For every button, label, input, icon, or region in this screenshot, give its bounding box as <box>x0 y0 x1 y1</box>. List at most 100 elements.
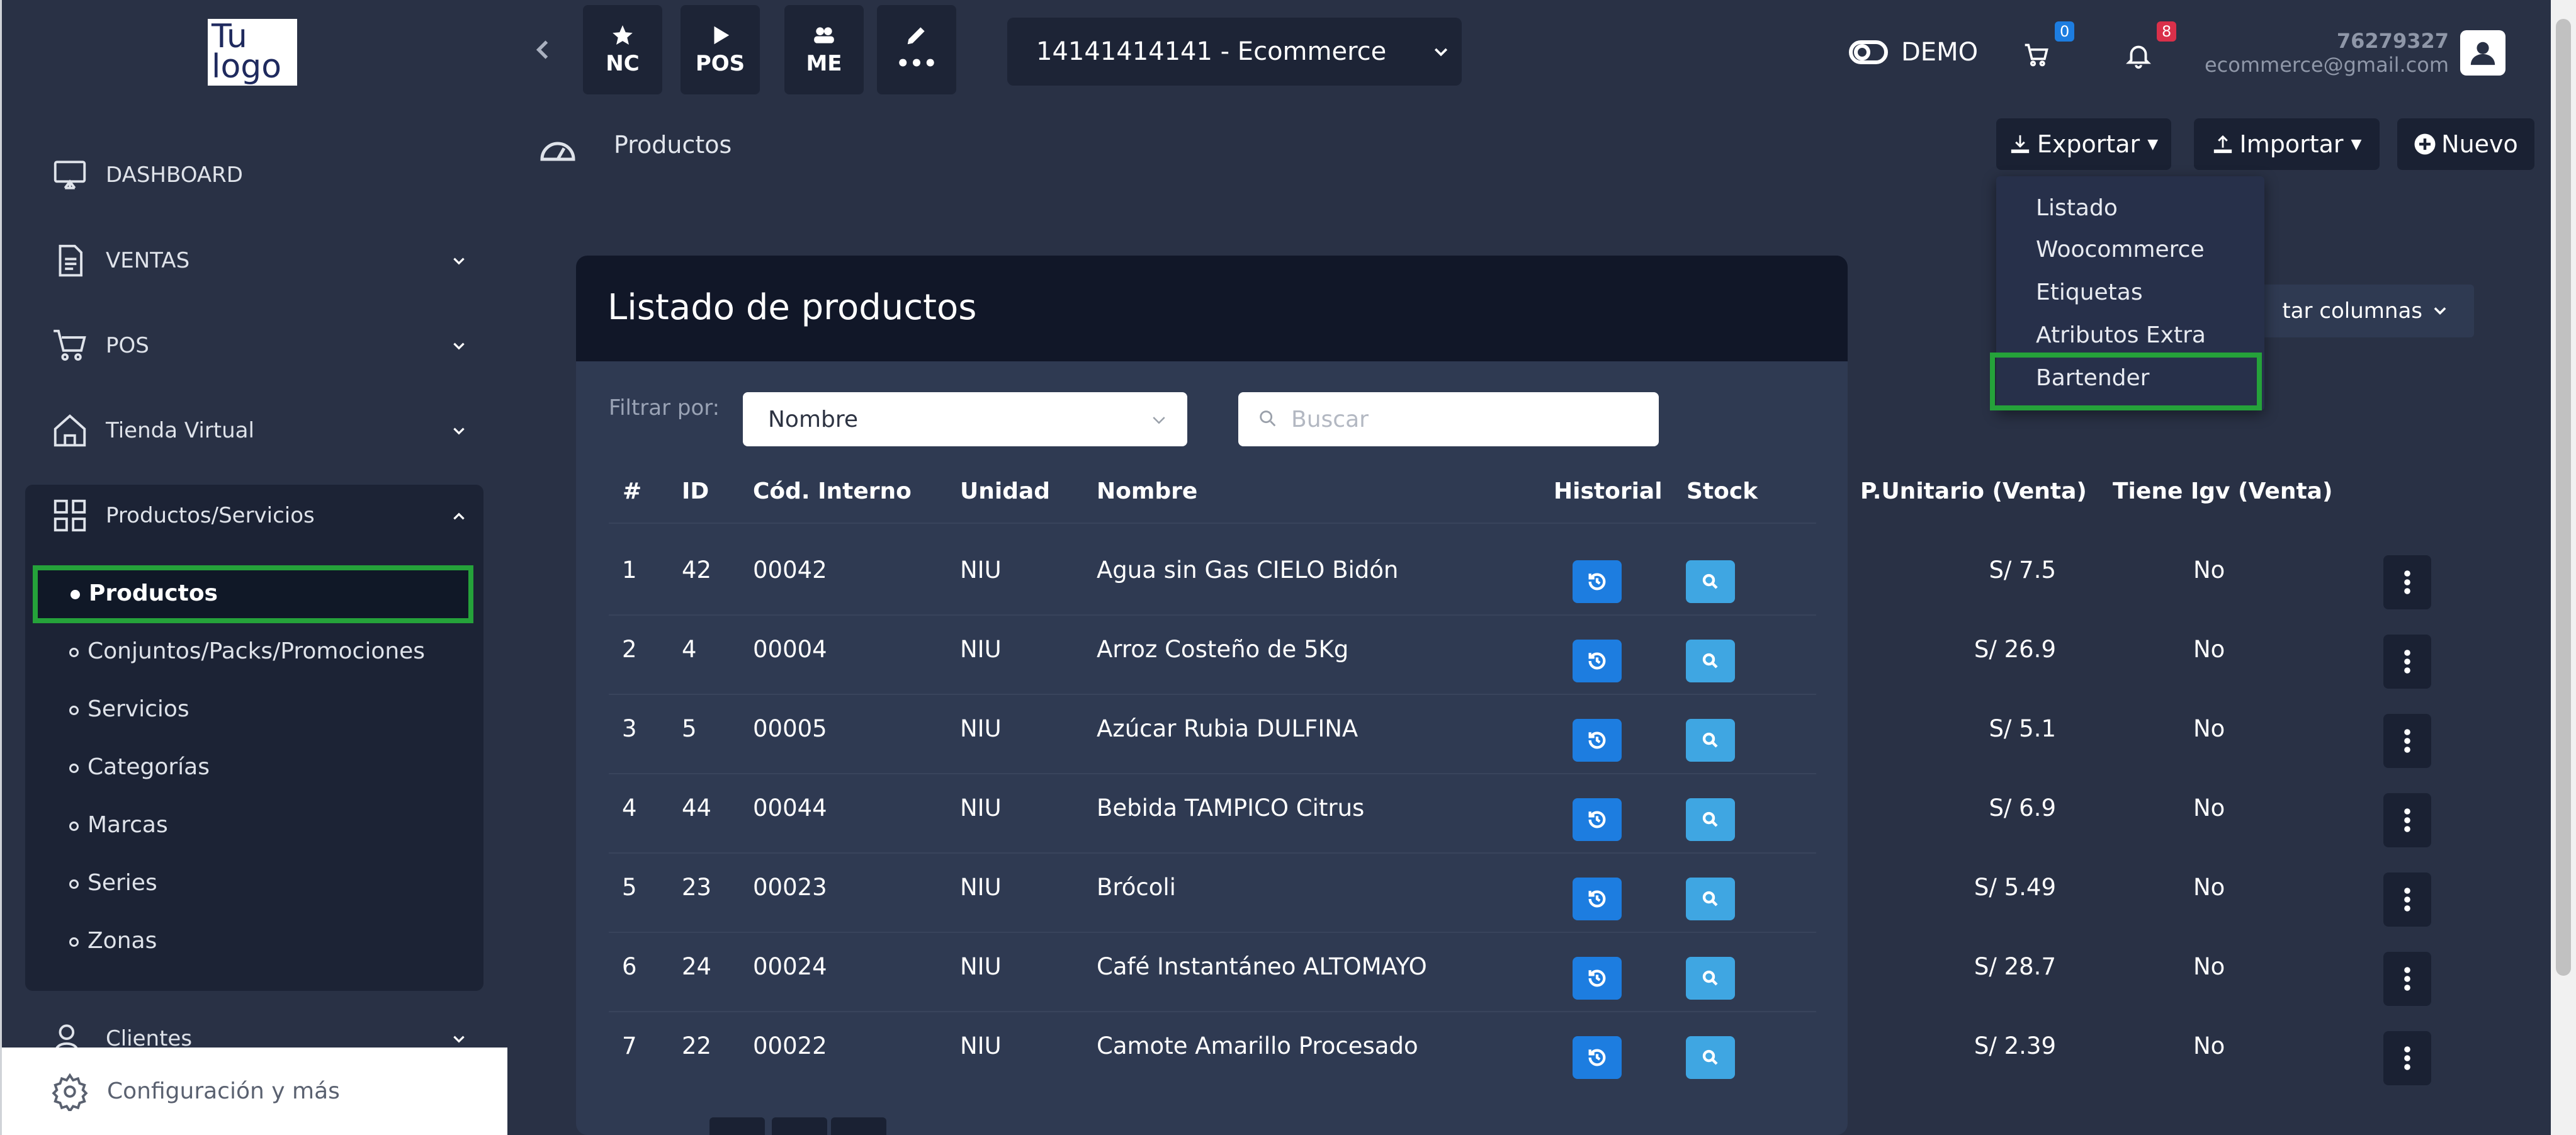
cell-price: S/ 28.7 <box>1974 953 2056 980</box>
scrollbar-thumb[interactable] <box>2556 19 2571 976</box>
search-input[interactable] <box>1238 392 1659 446</box>
quick-nc-button[interactable]: NC <box>583 5 662 94</box>
card-title: Listado de productos <box>607 287 977 328</box>
chevron-down-icon[interactable] <box>451 423 467 439</box>
cell-id: 5 <box>682 715 697 742</box>
history-button[interactable] <box>1573 719 1622 762</box>
submenu-label: Conjuntos/Packs/Promociones <box>88 638 426 664</box>
chevron-up-icon[interactable] <box>451 508 467 524</box>
bullet-icon <box>69 647 79 657</box>
cell-igv: No <box>2193 715 2225 742</box>
chevron-down-icon[interactable] <box>451 1031 467 1047</box>
chevron-down-icon[interactable] <box>451 338 467 354</box>
cell-price: S/ 5.1 <box>1989 715 2056 742</box>
history-button[interactable] <box>1573 640 1622 682</box>
download-icon <box>2011 135 2030 154</box>
cell-name: Arroz Costeño de 5Kg <box>1097 636 1349 663</box>
quick-me-button[interactable]: ME <box>784 5 864 94</box>
history-button[interactable] <box>1573 1036 1622 1079</box>
pagination-button[interactable] <box>772 1117 827 1135</box>
config-menu-item[interactable]: Configuración y más <box>0 1047 507 1135</box>
caret-down-icon: ▼ <box>2147 136 2159 152</box>
history-button[interactable] <box>1573 878 1622 920</box>
cart-icon[interactable] <box>2022 42 2051 69</box>
filter-select[interactable]: Nombre <box>743 392 1187 446</box>
cell-price: S/ 26.9 <box>1974 636 2056 663</box>
row-actions-button[interactable] <box>2383 635 2431 689</box>
sidebar-item-ventas[interactable]: VENTAS <box>50 235 189 286</box>
stock-button[interactable] <box>1686 719 1735 762</box>
history-button[interactable] <box>1573 798 1622 841</box>
pagination-button[interactable] <box>709 1117 765 1135</box>
menu-item-atributos-extra[interactable]: Atributos Extra <box>2036 322 2206 348</box>
stock-button[interactable] <box>1686 1036 1735 1079</box>
cell-id: 42 <box>682 556 712 584</box>
submenu-item-conjuntos[interactable]: Conjuntos/Packs/Promociones <box>69 638 425 664</box>
company-select[interactable]: 14141414141 - Ecommerce <box>1007 18 1462 86</box>
sidebar-item-dashboard[interactable]: DASHBOARD <box>50 150 243 200</box>
new-button[interactable]: Nuevo <box>2397 118 2534 170</box>
cell-name: Brócoli <box>1097 874 1176 901</box>
pagination-button[interactable] <box>831 1117 886 1135</box>
cell-number: 4 <box>622 794 637 822</box>
submenu-item-zonas[interactable]: Zonas <box>69 928 157 954</box>
column-header: Unidad <box>960 478 1051 504</box>
export-button[interactable]: Exportar ▼ <box>1996 118 2171 170</box>
cell-number: 7 <box>622 1032 637 1059</box>
cell-code: 00044 <box>753 794 827 822</box>
quick-edit-button[interactable]: ••• <box>877 5 956 94</box>
stock-button[interactable] <box>1686 798 1735 841</box>
row-divider <box>609 852 1816 854</box>
avatar[interactable] <box>2460 30 2505 76</box>
stock-button[interactable] <box>1686 640 1735 682</box>
import-button[interactable]: Importar ▼ <box>2194 118 2380 170</box>
submenu-item-productos[interactable]: Productos <box>71 580 218 606</box>
collapse-sidebar-icon[interactable] <box>534 39 551 60</box>
menu-item-etiquetas[interactable]: Etiquetas <box>2036 280 2143 305</box>
history-button[interactable] <box>1573 560 1622 603</box>
sidebar-item-pos[interactable]: POS <box>50 320 149 371</box>
row-actions-button[interactable] <box>2383 952 2431 1006</box>
history-icon <box>1588 731 1606 749</box>
quick-button-label: NC <box>606 51 640 76</box>
submenu-label: Marcas <box>88 812 168 838</box>
stock-button[interactable] <box>1686 878 1735 920</box>
stock-button[interactable] <box>1686 560 1735 603</box>
row-actions-button[interactable] <box>2383 714 2431 768</box>
window-left-edge <box>0 0 2 1135</box>
document-icon <box>59 244 83 277</box>
user-info[interactable]: 76279327 ecommerce@gmail.com <box>2191 29 2449 77</box>
row-divider <box>609 773 1816 774</box>
menu-item-woocommerce[interactable]: Woocommerce <box>2036 237 2205 263</box>
menu-item-listado[interactable]: Listado <box>2036 195 2118 221</box>
sidebar-item-label: POS <box>106 333 149 358</box>
row-actions-button[interactable] <box>2383 872 2431 927</box>
cell-id: 44 <box>682 794 712 822</box>
company-logo[interactable]: Tu logo <box>208 19 297 86</box>
row-actions-button[interactable] <box>2383 555 2431 609</box>
row-actions-button[interactable] <box>2383 793 2431 847</box>
chevron-down-icon[interactable] <box>451 253 467 269</box>
quick-pos-button[interactable]: POS <box>681 5 760 94</box>
cell-igv: No <box>2193 953 2225 980</box>
columns-button[interactable]: tar columnas <box>2238 285 2474 337</box>
page-title: Productos <box>614 131 732 159</box>
bell-icon[interactable] <box>2124 40 2153 71</box>
sidebar-item-productos-servicios[interactable]: Productos/Servicios <box>50 490 315 541</box>
bullet-icon <box>69 705 79 715</box>
sidebar-item-tienda-virtual[interactable]: Tienda Virtual <box>50 405 254 456</box>
demo-toggle[interactable]: DEMO <box>1848 38 1978 67</box>
history-button[interactable] <box>1573 957 1622 1000</box>
cell-id: 22 <box>682 1032 712 1059</box>
cell-unit: NIU <box>960 556 1002 584</box>
row-actions-button[interactable] <box>2383 1031 2431 1085</box>
submenu-item-servicios[interactable]: Servicios <box>69 696 189 722</box>
column-header: P.Unitario (Venta) <box>1860 478 2087 504</box>
bullet-icon <box>69 879 79 889</box>
submenu-item-categorias[interactable]: Categorías <box>69 754 210 780</box>
stock-button[interactable] <box>1686 957 1735 1000</box>
submenu-item-marcas[interactable]: Marcas <box>69 812 168 838</box>
cell-number: 2 <box>622 636 637 663</box>
submenu-item-series[interactable]: Series <box>69 870 157 896</box>
cart-count-badge: 0 <box>2055 21 2075 42</box>
